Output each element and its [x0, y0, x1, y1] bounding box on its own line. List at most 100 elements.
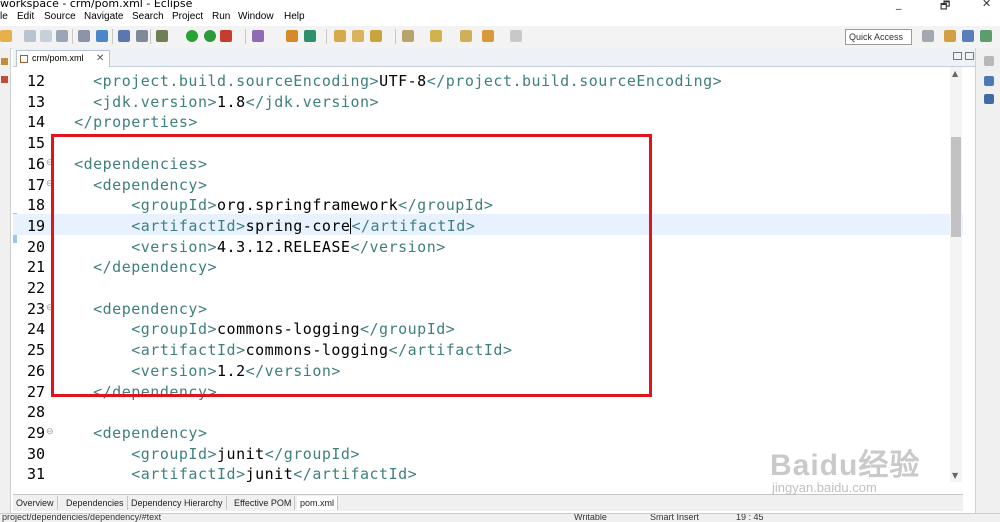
menu-file[interactable]: le	[0, 11, 8, 22]
tab-overview[interactable]: Overview	[13, 496, 58, 510]
baidu-watermark: Baidu经验 jingyan.baidu.com	[770, 440, 970, 515]
editor-tab-bar: crm/pom.xml ✕	[13, 48, 975, 67]
forward-icon[interactable]	[510, 30, 522, 42]
code-line[interactable]: 28	[13, 400, 963, 421]
xml-tag: <jdk.version>	[93, 92, 218, 111]
menu-project[interactable]: Project	[172, 11, 203, 22]
line-number: 22	[26, 279, 45, 297]
maximize-editor-icon[interactable]	[965, 52, 974, 60]
open-resource-icon[interactable]	[352, 30, 364, 42]
close-tab-icon[interactable]: ✕	[96, 51, 104, 66]
minimize-editor-icon[interactable]	[953, 52, 962, 60]
package-explorer-icon[interactable]	[1, 58, 8, 65]
restore-icon[interactable]	[984, 56, 994, 66]
search-icon[interactable]	[252, 30, 264, 42]
outline-icon[interactable]	[984, 76, 994, 86]
close-window-button[interactable]: ✕	[982, 0, 991, 10]
code-text: <dependency>	[55, 424, 208, 442]
new-wizard-icon[interactable]	[0, 30, 12, 42]
back-icon[interactable]	[482, 30, 494, 42]
debug-icon[interactable]	[156, 30, 168, 42]
line-number: 16	[26, 154, 45, 173]
run-last-icon[interactable]	[204, 30, 216, 42]
menu-run[interactable]: Run	[212, 11, 230, 22]
code-text: <groupId>junit</groupId>	[55, 445, 360, 463]
tab-pom-xml-source[interactable]: pom.xml	[297, 496, 339, 510]
terminal-icon[interactable]	[78, 30, 90, 42]
code-line[interactable]: 13 <jdk.version>1.8</jdk.version>	[13, 90, 963, 111]
toolbar-separator	[326, 29, 327, 44]
junit-icon[interactable]	[1, 76, 8, 83]
minimize-button[interactable]: _	[896, 0, 902, 10]
code-line[interactable]: 29 ⊖ <dependency>	[13, 421, 963, 442]
task-list-icon[interactable]	[984, 94, 994, 104]
line-number: 18	[26, 196, 45, 215]
debug-perspective-icon[interactable]	[980, 30, 992, 42]
line-number: 12	[26, 72, 45, 90]
window-title-bar: workspace - crm/pom.xml - Eclipse _ 🗗 ✕	[0, 0, 1000, 10]
previous-annotation-icon[interactable]	[430, 30, 442, 42]
run-icon[interactable]	[186, 30, 198, 42]
quick-access-input[interactable]: Quick Access	[845, 29, 912, 45]
next-annotation-icon[interactable]	[402, 30, 414, 42]
xml-tag: </jdk.version>	[245, 92, 380, 111]
line-number: 28	[26, 403, 45, 422]
package-icon[interactable]	[286, 30, 298, 42]
menu-search[interactable]: Search	[132, 11, 164, 22]
toolbar-separator	[150, 29, 151, 44]
print-icon[interactable]	[56, 30, 68, 42]
xml-value: junit	[217, 444, 265, 463]
line-number: 19	[26, 216, 45, 235]
code-line[interactable]: 14 </properties>	[13, 110, 963, 131]
xml-tag: <artifactId>	[131, 465, 246, 482]
right-trim-stack	[975, 48, 1000, 515]
xml-tag: </properties>	[74, 113, 198, 132]
save-icon[interactable]	[24, 30, 36, 42]
tab-dependency-hierarchy[interactable]: Dependency Hierarchy	[128, 496, 227, 510]
restore-button[interactable]: 🗗	[940, 0, 950, 10]
code-line[interactable]: 12 <project.build.sourceEncoding>UTF-8</…	[13, 69, 963, 90]
java-ee-perspective-icon[interactable]	[944, 30, 956, 42]
vertical-scrollbar[interactable]: ▲ ▼	[950, 67, 962, 482]
new-class-icon[interactable]	[304, 30, 316, 42]
skip-breakpoints-icon[interactable]	[136, 30, 148, 42]
open-perspective-icon[interactable]	[922, 30, 934, 42]
menu-edit[interactable]: Edit	[17, 11, 34, 22]
line-number: 15	[26, 134, 45, 153]
menu-help[interactable]: Help	[284, 11, 305, 22]
line-number: 23	[26, 299, 45, 318]
pointer-icon[interactable]	[118, 30, 130, 42]
open-type-icon[interactable]	[96, 30, 108, 42]
open-folder-icon[interactable]	[334, 30, 346, 42]
save-all-icon[interactable]	[40, 30, 52, 42]
scroll-up-icon[interactable]: ▲	[952, 69, 958, 78]
watermark-brand: Baidu经验	[770, 449, 921, 482]
line-number: 29	[26, 423, 45, 442]
window-title: workspace - crm/pom.xml - Eclipse	[0, 0, 193, 10]
line-number: 26	[26, 361, 45, 380]
last-edit-location-icon[interactable]	[460, 30, 472, 42]
menu-navigate[interactable]: Navigate	[84, 11, 123, 22]
tab-dependencies[interactable]: Dependencies	[63, 496, 128, 510]
menu-window[interactable]: Window	[238, 11, 274, 22]
scroll-thumb[interactable]	[951, 137, 961, 237]
pen-icon[interactable]	[370, 30, 382, 42]
xml-tag: </artifactId>	[293, 465, 418, 482]
left-trim-stack	[0, 48, 11, 515]
fold-toggle-icon[interactable]: ⊖	[46, 427, 54, 437]
java-perspective-icon[interactable]	[962, 30, 974, 42]
main-toolbar: Quick Access	[0, 26, 1000, 49]
external-tools-icon[interactable]	[220, 30, 232, 42]
menu-source[interactable]: Source	[44, 11, 76, 22]
xml-tag: <dependency>	[93, 423, 208, 442]
tab-pom-xml[interactable]: crm/pom.xml ✕	[16, 50, 110, 67]
line-number: 27	[26, 382, 45, 401]
xml-file-icon	[20, 55, 28, 63]
tab-effective-pom[interactable]: Effective POM	[231, 496, 296, 510]
toolbar-separator	[72, 29, 73, 44]
code-text: <jdk.version>1.8</jdk.version>	[55, 93, 379, 111]
